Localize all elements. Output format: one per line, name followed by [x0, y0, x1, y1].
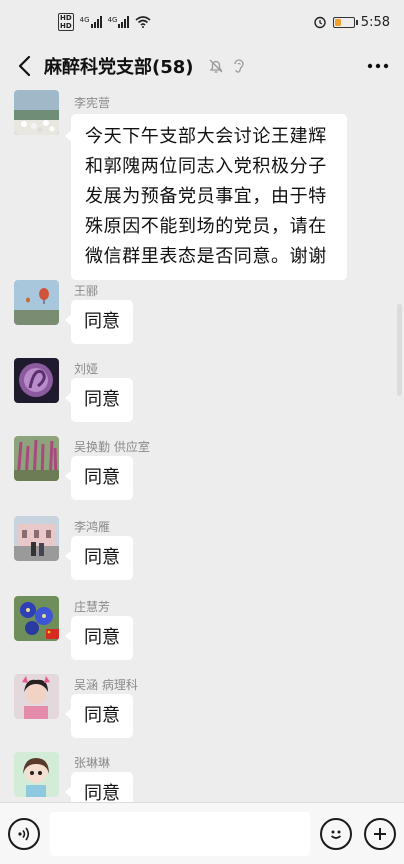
- avatar[interactable]: [14, 516, 59, 561]
- message-line: 发展为预备党员事宜，由于特: [85, 186, 327, 207]
- back-button[interactable]: [10, 52, 38, 80]
- emoji-icon: [330, 830, 342, 839]
- message-bubble[interactable]: 同意: [65, 772, 133, 802]
- voice-icon: [18, 827, 30, 840]
- message-bubble[interactable]: 同意: [65, 694, 133, 738]
- chevron-left-icon: [18, 55, 31, 77]
- battery-icon: [332, 16, 358, 28]
- voice-button[interactable]: [8, 817, 40, 850]
- avatar[interactable]: [14, 674, 59, 719]
- status-bar: HD HD 4G 4G 5:58: [0, 0, 404, 44]
- sender-name: 李宪营: [74, 96, 111, 110]
- more-functions-button[interactable]: [364, 817, 396, 850]
- sender-name: 吴涵 病理科: [74, 678, 138, 692]
- message-bubble[interactable]: 同意: [65, 536, 133, 580]
- message-bubble[interactable]: 同意: [65, 456, 133, 500]
- alarm-icon: [314, 16, 326, 29]
- signal-icon-2: 4G: [108, 16, 130, 28]
- sender-name: 庄慧芳: [74, 600, 111, 614]
- message-bubble[interactable]: 同意: [65, 616, 133, 660]
- ear-icon: [233, 59, 244, 73]
- plus-icon: [374, 827, 386, 840]
- emoji-button[interactable]: [320, 817, 352, 850]
- message-bubble[interactable]: 今天下午支部大会讨论王建辉 和郭隗两位同志入党积极分子 发展为预备党员事宜，由于…: [65, 114, 347, 280]
- sender-name: 刘娅: [74, 362, 99, 376]
- chat-title: 麻醉科党支部(58): [44, 57, 194, 78]
- input-bar: [0, 802, 404, 864]
- avatar[interactable]: [14, 596, 59, 641]
- scroll-indicator[interactable]: [397, 304, 402, 396]
- avatar[interactable]: [14, 436, 59, 481]
- clock: 5:58: [360, 14, 390, 30]
- avatar[interactable]: [14, 752, 59, 797]
- more-button[interactable]: [362, 50, 394, 82]
- mute-bell-icon: [209, 59, 222, 73]
- avatar[interactable]: [14, 90, 59, 135]
- hd-badge: HD HD: [58, 13, 74, 31]
- avatar[interactable]: [14, 358, 59, 403]
- sender-name: 王郦: [74, 284, 99, 298]
- message-input[interactable]: [50, 811, 310, 856]
- message-line: 微信群里表态是否同意。谢谢: [85, 246, 327, 267]
- message-bubble[interactable]: 同意: [65, 300, 133, 344]
- sender-name: 李鸿雁: [74, 520, 111, 534]
- more-icon: [367, 63, 389, 69]
- message-line: 殊原因不能到场的党员，请在: [85, 216, 327, 237]
- sender-name: 吴换勤 供应室: [74, 440, 150, 454]
- chat-header: 麻醉科党支部(58): [0, 44, 404, 88]
- message-line: 今天下午支部大会讨论王建辉: [85, 126, 327, 147]
- sender-name: 张琳琳: [74, 756, 111, 770]
- signal-icon: 4G: [80, 16, 102, 28]
- message-bubble[interactable]: 同意: [65, 378, 133, 422]
- avatar[interactable]: [14, 280, 59, 325]
- message-line: 和郭隗两位同志入党积极分子: [85, 156, 327, 177]
- message-list[interactable]: 李宪营 今天下午支部大会讨论王建辉 和郭隗两位同志入党积极分子 发展为预备党员事…: [0, 88, 404, 802]
- wifi-icon: [135, 16, 151, 28]
